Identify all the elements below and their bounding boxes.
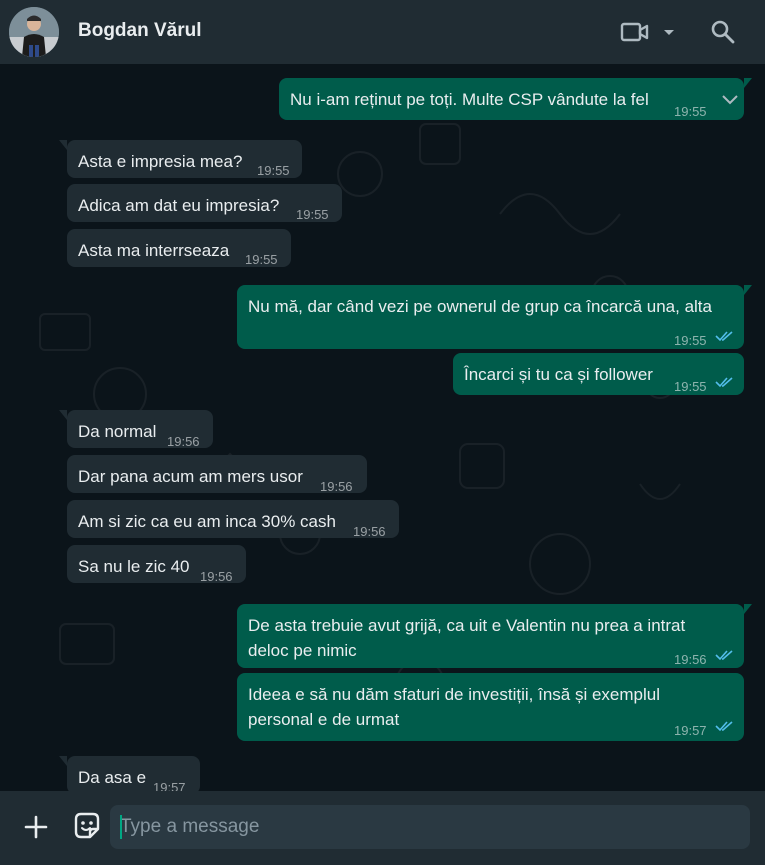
- message-time: 19:56: [200, 569, 233, 584]
- message-time: 19:55: [674, 333, 707, 348]
- message-text: Da asa e: [78, 768, 147, 787]
- message-text: Încarci și tu ca și follower: [464, 365, 653, 384]
- message-bubble-incoming[interactable]: Asta ma interrseaza 19:55: [67, 229, 291, 267]
- chat-header: Bogdan Vărul: [0, 0, 765, 64]
- message-bubble-incoming[interactable]: Am si zic ca eu am inca 30% cash 19:56: [67, 500, 399, 539]
- contact-name[interactable]: Bogdan Vărul: [78, 20, 202, 42]
- message-time: 19:56: [353, 524, 386, 539]
- message-text: Asta ma interrseaza: [78, 241, 230, 260]
- video-call-icon: [620, 22, 649, 42]
- message-input[interactable]: [110, 805, 750, 849]
- read-receipt-icon: [715, 331, 733, 342]
- message-bubble-incoming[interactable]: Dar pana acum am mers usor 19:56: [67, 455, 367, 494]
- message-text: Nu i-am reținut pe toți. Multe CSP vându…: [290, 90, 649, 109]
- message-composer: [0, 791, 765, 865]
- read-receipt-icon: [715, 721, 733, 732]
- message-bubble-incoming[interactable]: Da normal 19:56: [59, 410, 213, 449]
- message-time: 19:56: [674, 652, 707, 667]
- message-time: 19:55: [674, 104, 707, 119]
- plus-icon: [24, 815, 48, 839]
- message-time: 19:55: [245, 252, 278, 267]
- message-text: Ideea e să nu dăm sfaturi de investiții,…: [248, 685, 660, 729]
- chevron-down-icon: [664, 30, 674, 35]
- message-time: 19:55: [674, 379, 707, 394]
- message-bubble-outgoing[interactable]: Nu i-am reținut pe toți. Multe CSP vându…: [279, 78, 752, 120]
- message-bubble-incoming[interactable]: Sa nu le zic 40 19:56: [67, 545, 246, 584]
- message-text: Nu mă, dar când vezi pe ownerul de grup …: [248, 297, 712, 316]
- message-menu-chevron-icon[interactable]: [721, 94, 739, 106]
- message-time: 19:56: [167, 434, 200, 449]
- message-time: 19:57: [674, 723, 707, 738]
- message-time: 19:57: [153, 780, 186, 791]
- sticker-icon: [74, 812, 100, 839]
- search-button[interactable]: [706, 16, 740, 48]
- message-time: 19:55: [296, 207, 329, 222]
- message-bubble-outgoing[interactable]: De asta trebuie avut grijă, ca uit e Val…: [237, 604, 752, 668]
- text-caret: [120, 815, 122, 839]
- message-bubble-outgoing[interactable]: Ideea e să nu dăm sfaturi de investiții,…: [237, 673, 744, 741]
- message-text: Adica am dat eu impresia?: [78, 196, 280, 215]
- message-text: Da normal: [78, 422, 157, 441]
- message-bubble-outgoing[interactable]: Încarci și tu ca și follower 19:55: [453, 353, 744, 395]
- message-text: De asta trebuie avut grijă, ca uit e Val…: [248, 616, 686, 660]
- search-icon: [711, 20, 735, 44]
- video-call-button[interactable]: [620, 16, 680, 48]
- message-bubble-incoming[interactable]: Da asa e 19:57: [59, 756, 200, 791]
- avatar[interactable]: [9, 7, 59, 57]
- message-text: Sa nu le zic 40: [78, 557, 190, 576]
- sticker-button[interactable]: [70, 809, 104, 843]
- message-bubble-outgoing[interactable]: Nu mă, dar când vezi pe ownerul de grup …: [237, 285, 752, 349]
- message-time: 19:56: [320, 479, 353, 494]
- read-receipt-icon: [715, 377, 733, 388]
- message-text: Am si zic ca eu am inca 30% cash: [78, 512, 336, 531]
- message-bubble-incoming[interactable]: Asta e impresia mea? 19:55: [59, 140, 302, 178]
- read-receipt-icon: [715, 650, 733, 661]
- attach-button[interactable]: [20, 811, 52, 843]
- message-time: 19:55: [257, 163, 290, 178]
- message-text: Dar pana acum am mers usor: [78, 467, 303, 486]
- message-text: Asta e impresia mea?: [78, 152, 243, 171]
- message-bubble-incoming[interactable]: Adica am dat eu impresia? 19:55: [67, 184, 342, 222]
- message-list[interactable]: Nu i-am reținut pe toți. Multe CSP vându…: [0, 64, 765, 791]
